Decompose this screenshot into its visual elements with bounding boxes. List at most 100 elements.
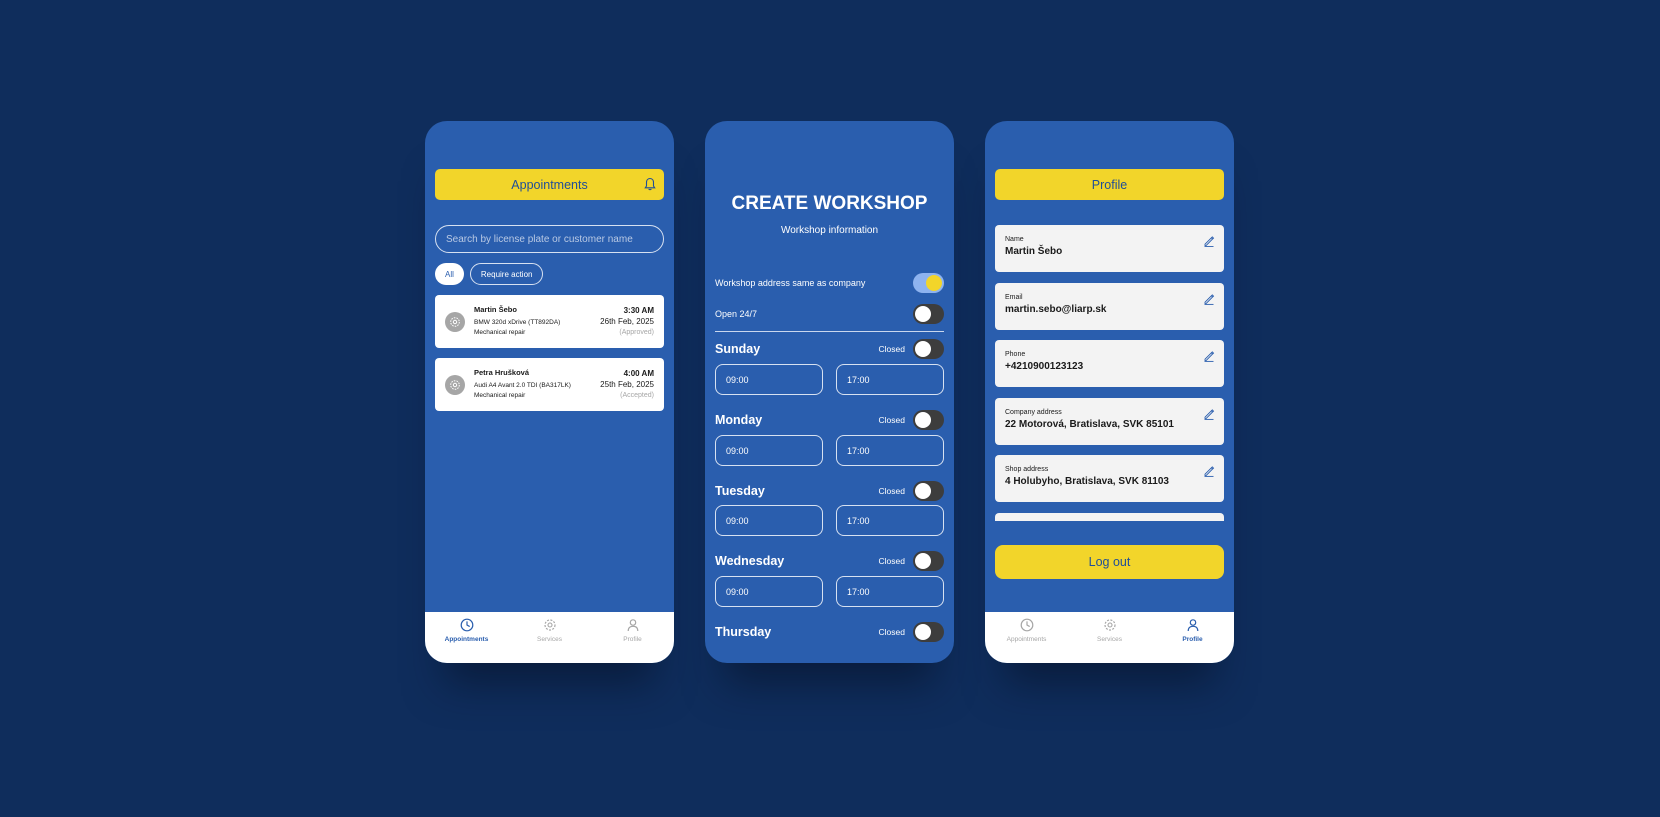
closed-toggle-wednesday[interactable] <box>913 551 944 571</box>
open-time-input[interactable]: 09:00 <box>715 505 823 536</box>
status-badge: (Approved) <box>619 329 654 336</box>
time-row-wednesday: 09:00 17:00 <box>715 576 944 607</box>
nav-label: Appointments <box>444 636 489 643</box>
field-label: Email <box>1005 294 1023 301</box>
day-name: Sunday <box>715 342 761 356</box>
day-row-wednesday: Wednesday Closed <box>715 550 944 572</box>
user-icon <box>627 619 638 632</box>
field-label: Company address <box>1005 409 1062 416</box>
appointment-card[interactable]: Martin Šebo BMW 320d xDrive (TT892DA) Me… <box>435 295 664 348</box>
filter-require-action[interactable]: Require action <box>469 263 544 285</box>
open-time-input[interactable]: 09:00 <box>715 364 823 395</box>
page-subtitle: Workshop information <box>780 225 879 236</box>
logout-button[interactable]: Log out <box>995 545 1224 579</box>
address-same-label: Workshop address same as company <box>715 278 866 288</box>
user-icon <box>1187 619 1198 632</box>
profile-field-partial <box>995 513 1224 521</box>
create-workshop-screen: CREATE WORKSHOP Workshop information Wor… <box>705 121 954 663</box>
status-badge: (Accepted) <box>620 392 654 399</box>
closed-label: Closed <box>878 415 905 425</box>
bottom-nav: Appointments Services Profile <box>425 612 674 663</box>
vehicle-name: Audi A4 Avant 2.0 TDI (BA317LK) <box>474 382 571 389</box>
appointment-date: 25th Feb, 2025 <box>600 380 654 389</box>
pencil-icon[interactable] <box>1203 293 1215 305</box>
open-time-input[interactable]: 09:00 <box>715 435 823 466</box>
nav-appointments[interactable]: Appointments <box>992 618 1062 663</box>
field-value: martin.sebo@liarp.sk <box>1005 304 1107 315</box>
profile-field-name: Name Martin Šebo <box>995 225 1224 272</box>
nav-profile[interactable]: Profile <box>598 618 668 663</box>
appointment-time: 4:00 AM <box>623 369 654 378</box>
avatar <box>445 374 465 395</box>
day-row-sunday: Sunday Closed <box>715 338 944 360</box>
close-time-input[interactable]: 17:00 <box>836 435 944 466</box>
open-time-input[interactable]: 09:00 <box>715 576 823 607</box>
field-label: Shop address <box>1005 466 1049 473</box>
close-time-input[interactable]: 17:00 <box>836 576 944 607</box>
bottom-nav: Appointments Services Profile <box>985 612 1234 663</box>
field-value: +4210900123123 <box>1005 361 1084 372</box>
vehicle-name: BMW 320d xDrive (TT892DA) <box>474 319 561 326</box>
field-value: Martin Šebo <box>1005 246 1063 257</box>
day-row-monday: Monday Closed <box>715 409 944 431</box>
appointments-screen: Appointments All Require action Martin Š… <box>425 121 674 663</box>
field-value: 4 Holubyho, Bratislava, SVK 81103 <box>1005 476 1169 487</box>
day-name: Tuesday <box>715 484 765 498</box>
nav-label: Services <box>537 636 562 643</box>
day-name: Thursday <box>715 625 772 639</box>
filter-chips: All Require action <box>435 263 544 285</box>
open-247-row: Open 24/7 <box>715 303 944 325</box>
page-title: Appointments <box>511 177 588 192</box>
close-time-input[interactable]: 17:00 <box>836 364 944 395</box>
nav-label: Appointments <box>1006 636 1047 643</box>
avatar <box>445 311 465 332</box>
bell-icon[interactable] <box>644 177 656 191</box>
nav-appointments[interactable]: Appointments <box>432 618 502 663</box>
gear-icon <box>543 619 556 631</box>
closed-label: Closed <box>878 556 905 566</box>
filter-all[interactable]: All <box>435 263 464 285</box>
service-type: Mechanical repair <box>474 392 526 399</box>
search-input[interactable] <box>435 225 664 253</box>
appointment-card[interactable]: Petra Hrušková Audi A4 Avant 2.0 TDI (BA… <box>435 358 664 411</box>
appointments-header: Appointments <box>435 169 664 200</box>
day-row-thursday: Thursday Closed <box>715 621 944 643</box>
time-row-sunday: 09:00 17:00 <box>715 364 944 395</box>
gear-icon <box>450 316 460 327</box>
profile-field-email: Email martin.sebo@liarp.sk <box>995 283 1224 330</box>
page-title: CREATE WORKSHOP <box>731 193 928 214</box>
appointment-date: 26th Feb, 2025 <box>600 317 654 326</box>
field-label: Name <box>1005 236 1024 243</box>
day-name: Monday <box>715 413 763 427</box>
nav-label: Profile <box>623 636 642 643</box>
nav-services[interactable]: Services <box>515 618 585 663</box>
closed-toggle-sunday[interactable] <box>913 339 944 359</box>
address-same-toggle[interactable] <box>913 273 944 293</box>
customer-name: Martin Šebo <box>474 305 517 314</box>
closed-toggle-thursday[interactable] <box>913 622 944 642</box>
page-title: Profile <box>1091 177 1128 192</box>
gear-icon <box>450 379 460 390</box>
customer-name: Petra Hrušková <box>474 368 530 377</box>
closed-label: Closed <box>878 344 905 354</box>
time-row-tuesday: 09:00 17:00 <box>715 505 944 536</box>
open-247-toggle[interactable] <box>913 304 944 324</box>
time-row-monday: 09:00 17:00 <box>715 435 944 466</box>
pencil-icon[interactable] <box>1203 465 1215 477</box>
pencil-icon[interactable] <box>1203 235 1215 247</box>
day-row-tuesday: Tuesday Closed <box>715 480 944 502</box>
closed-label: Closed <box>878 486 905 496</box>
nav-services[interactable]: Services <box>1075 618 1145 663</box>
profile-field-company-address: Company address 22 Motorová, Bratislava,… <box>995 398 1224 445</box>
profile-header: Profile <box>995 169 1224 200</box>
day-name: Wednesday <box>715 554 785 568</box>
closed-toggle-monday[interactable] <box>913 410 944 430</box>
pencil-icon[interactable] <box>1203 408 1215 420</box>
nav-profile[interactable]: Profile <box>1158 618 1228 663</box>
pencil-icon[interactable] <box>1203 350 1215 362</box>
nav-label: Profile <box>1182 636 1203 643</box>
close-time-input[interactable]: 17:00 <box>836 505 944 536</box>
closed-toggle-tuesday[interactable] <box>913 481 944 501</box>
nav-label: Services <box>1097 636 1122 643</box>
clock-icon <box>1020 618 1033 632</box>
